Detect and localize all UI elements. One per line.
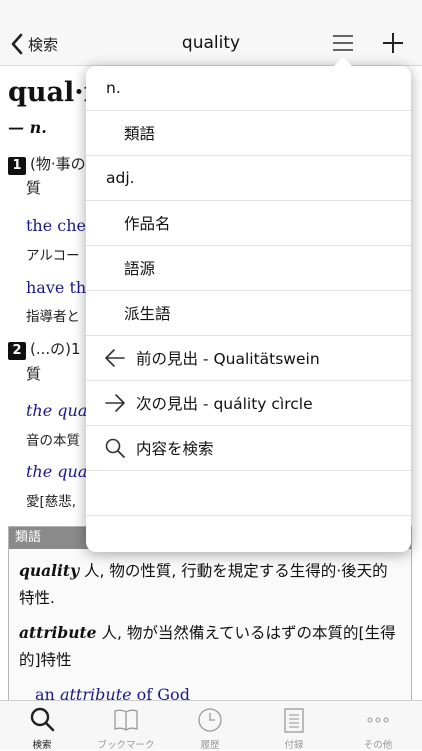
synonym-paragraph: attribute 人, 物が当然備えているはずの本質的[生得的]特性 [19, 619, 403, 674]
page-title: quality [181, 33, 241, 53]
menu-item-label: 類語 [124, 125, 156, 143]
example-english: the qual [26, 401, 93, 420]
menu-item-noun[interactable]: n. [86, 66, 411, 111]
document-icon [284, 708, 304, 733]
menu-item-label: 派生語 [124, 305, 171, 323]
popover-caret [333, 57, 353, 67]
part-of-speech: — n. [8, 118, 47, 137]
search-icon [105, 438, 125, 458]
menu-item-label: 前の見出 - Qualitätswein [136, 350, 320, 368]
example-japanese: アルコー [26, 248, 80, 264]
synonym-example-italic: attribute [59, 685, 132, 700]
headword: qual·i [8, 77, 94, 108]
menu-empty-row [86, 471, 411, 516]
sense-2-continued: 質 [26, 365, 42, 383]
tab-appendix[interactable]: 付録 [252, 701, 336, 751]
sense-text: (物·事の [30, 155, 86, 173]
tab-label: 履歴 [200, 740, 220, 751]
menu-item-label: 内容を検索 [136, 440, 214, 458]
sense-number: 1 [8, 157, 26, 175]
arrow-left-icon [105, 349, 125, 367]
tab-search[interactable]: 検索 [0, 701, 84, 751]
synonym-example-text: an [35, 685, 60, 700]
jump-menu-popover: n. 類語 adj. 作品名 語源 派生語 前の見出 - Qualitätswe… [86, 66, 411, 552]
tab-history[interactable]: 履歴 [168, 701, 252, 751]
menu-item-synonyms[interactable]: 類語 [86, 111, 411, 156]
more-dots-icon [367, 717, 389, 723]
menu-item-label: adj. [106, 169, 135, 187]
synonym-word: attribute [19, 623, 97, 642]
menu-button[interactable] [330, 30, 356, 56]
arrow-right-icon [105, 394, 125, 412]
clock-icon [198, 708, 222, 732]
sense-1: 1 (物·事の [8, 152, 86, 176]
tab-label: その他 [363, 740, 393, 751]
sense-1-continued: 質 [26, 179, 42, 197]
sense-text: (...の)1 [30, 340, 81, 358]
menu-item-next-entry[interactable]: 次の見出 - quálity cìrcle [86, 381, 411, 426]
menu-item-derivatives[interactable]: 派生語 [86, 291, 411, 336]
synonym-box: 類語 quality 人, 物の性質, 行動を規定する生得的·後天的特性. at… [8, 526, 412, 700]
tab-label: ブックマーク [97, 740, 155, 751]
menu-item-label: 次の見出 - quálity cìrcle [136, 395, 313, 413]
menu-item-previous-entry[interactable]: 前の見出 - Qualitätswein [86, 336, 411, 381]
synonym-example-text: of God [131, 685, 190, 700]
menu-item-etymology[interactable]: 語源 [86, 246, 411, 291]
tab-bar: 検索 ブックマーク 履歴 付録 その他 [0, 700, 422, 751]
menu-item-label: 語源 [124, 260, 156, 278]
search-icon [30, 707, 55, 732]
book-icon [114, 709, 138, 731]
plus-icon [383, 33, 403, 53]
menu-item-search-content[interactable]: 内容を検索 [86, 426, 411, 471]
sense-2: 2 (...の)1 [8, 337, 81, 361]
tab-label: 検索 [32, 740, 52, 751]
add-bookmark-button[interactable] [378, 28, 408, 58]
tab-label: 付録 [284, 740, 304, 751]
sense-number: 2 [8, 342, 26, 360]
tab-bookmarks[interactable]: ブックマーク [84, 701, 168, 751]
nav-bar: 検索 quality [0, 0, 422, 66]
synonym-example: an attribute of God [35, 685, 190, 700]
example-japanese: 指導者と [26, 309, 80, 325]
example-japanese: 音の本質 [26, 433, 80, 449]
menu-item-works[interactable]: 作品名 [86, 201, 411, 246]
example-english: the qual [26, 462, 93, 481]
synonym-word: quality [19, 561, 80, 580]
example-japanese: 愛[慈悲, [26, 494, 77, 510]
menu-item-adjective[interactable]: adj. [86, 156, 411, 201]
synonym-paragraph: quality 人, 物の性質, 行動を規定する生得的·後天的特性. [19, 557, 403, 612]
tab-more[interactable]: その他 [336, 701, 420, 751]
menu-item-label: n. [106, 79, 121, 97]
list-menu-icon [333, 35, 353, 51]
menu-item-label: 作品名 [124, 215, 171, 233]
